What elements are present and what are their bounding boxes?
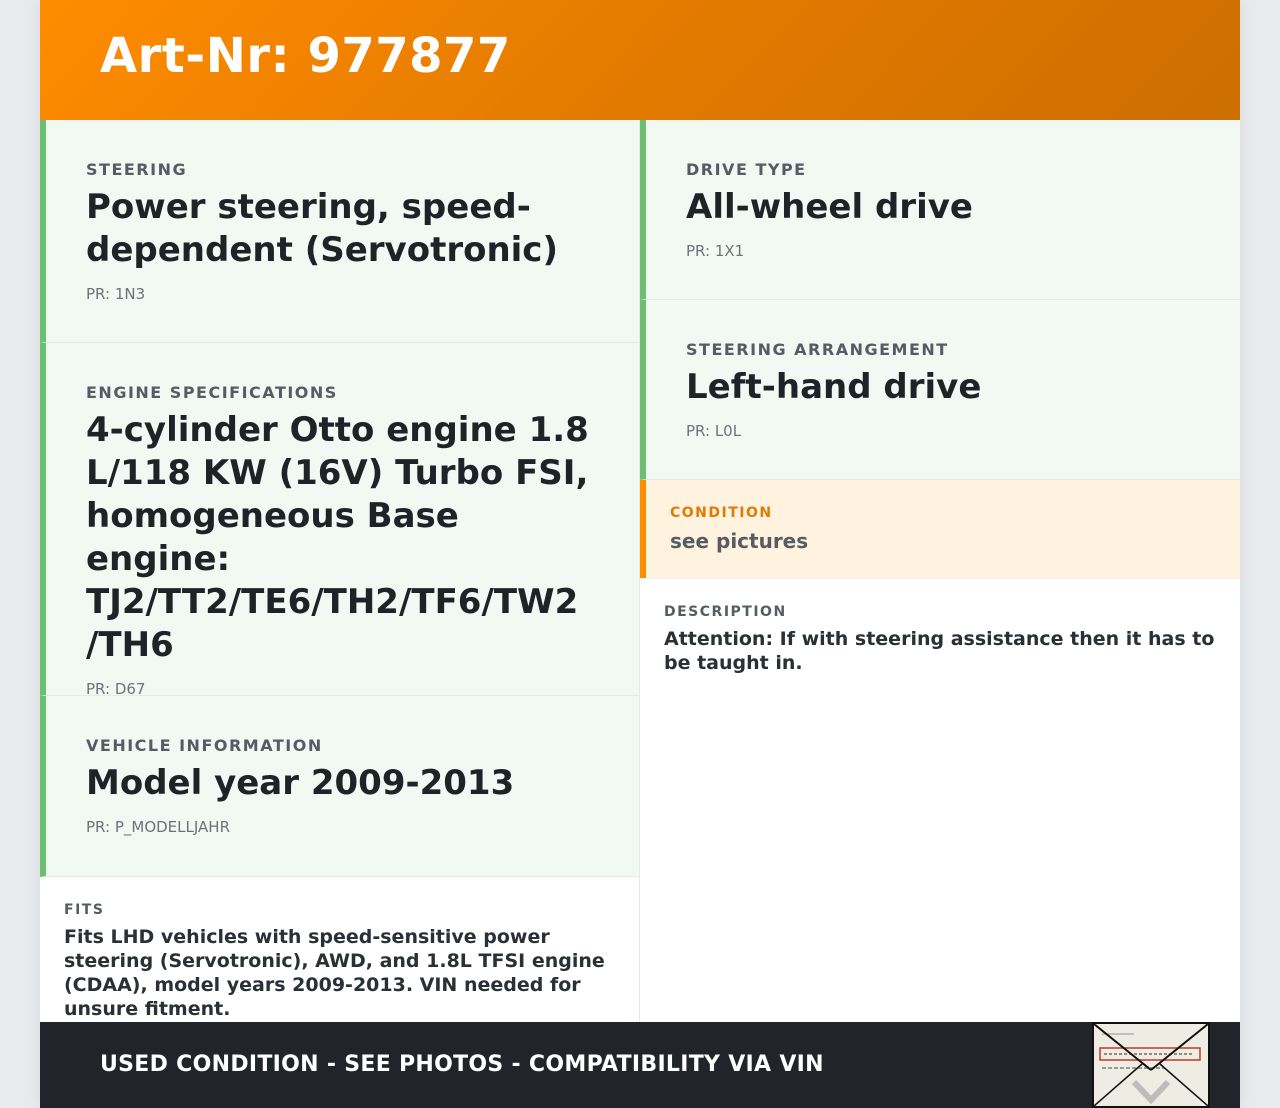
spec-pr-code: PR: 1N3 — [86, 285, 146, 303]
right-column: DRIVE TYPE All-wheel drive PR: 1X1 STEER… — [640, 120, 1240, 675]
fits-text: Fits LHD vehicles with speed-sensitive p… — [64, 926, 605, 1020]
spec-label: STEERING — [86, 160, 188, 179]
spec-value: 4-cylinder Otto engine 1.8 L/118 KW (16V… — [86, 410, 589, 665]
description-section: DESCRIPTION Attention: If with steering … — [640, 578, 1240, 675]
spec-pr-code: PR: L0L — [686, 422, 742, 440]
spec-pr-code: PR: 1X1 — [686, 242, 745, 260]
description-label: DESCRIPTION — [664, 604, 787, 620]
description-text: Attention: If with steering assistance t… — [664, 628, 1215, 674]
spec-value: Power steering, speed-dependent (Servotr… — [86, 187, 558, 270]
left-column: STEERING Power steering, speed-dependent… — [40, 120, 639, 1022]
spec-drive-type: DRIVE TYPE All-wheel drive PR: 1X1 — [640, 120, 1240, 300]
spec-value: All-wheel drive — [686, 187, 973, 227]
spec-value: Model year 2009-2013 — [86, 763, 515, 803]
fits-label: FITS — [64, 902, 105, 918]
condition-value: see pictures — [670, 529, 809, 553]
product-sheet: Art-Nr: 977877 STEERING Power steering, … — [40, 0, 1240, 1108]
spec-engine: ENGINE SPECIFICATIONS 4-cylinder Otto en… — [40, 343, 639, 698]
condition-label: CONDITION — [670, 505, 773, 521]
spec-label: DRIVE TYPE — [686, 160, 807, 179]
fits-section: FITS Fits LHD vehicles with speed-sensit… — [40, 877, 639, 1022]
spec-label: STEERING ARRANGEMENT — [686, 340, 949, 359]
spec-pr-code: PR: P_MODELLJAHR — [86, 818, 230, 836]
spec-label: VEHICLE INFORMATION — [86, 736, 323, 755]
footer-bar: USED CONDITION - SEE PHOTOS - COMPATIBIL… — [40, 1022, 1240, 1108]
footer-text: USED CONDITION - SEE PHOTOS - COMPATIBIL… — [100, 1052, 824, 1077]
spec-steering-arrangement: STEERING ARRANGEMENT Left-hand drive PR:… — [640, 300, 1240, 480]
spec-label: ENGINE SPECIFICATIONS — [86, 383, 338, 402]
part-label-photo-icon — [1094, 1024, 1208, 1106]
spec-value: Left-hand drive — [686, 367, 982, 407]
header-banner: Art-Nr: 977877 — [40, 0, 1240, 120]
spec-vehicle-info: VEHICLE INFORMATION Model year 2009-2013… — [40, 696, 639, 877]
spec-steering: STEERING Power steering, speed-dependent… — [40, 120, 639, 343]
part-photo-thumbnail[interactable] — [1092, 1022, 1210, 1108]
condition-box: CONDITION see pictures — [640, 480, 1240, 578]
article-number-title: Art-Nr: 977877 — [100, 28, 511, 84]
